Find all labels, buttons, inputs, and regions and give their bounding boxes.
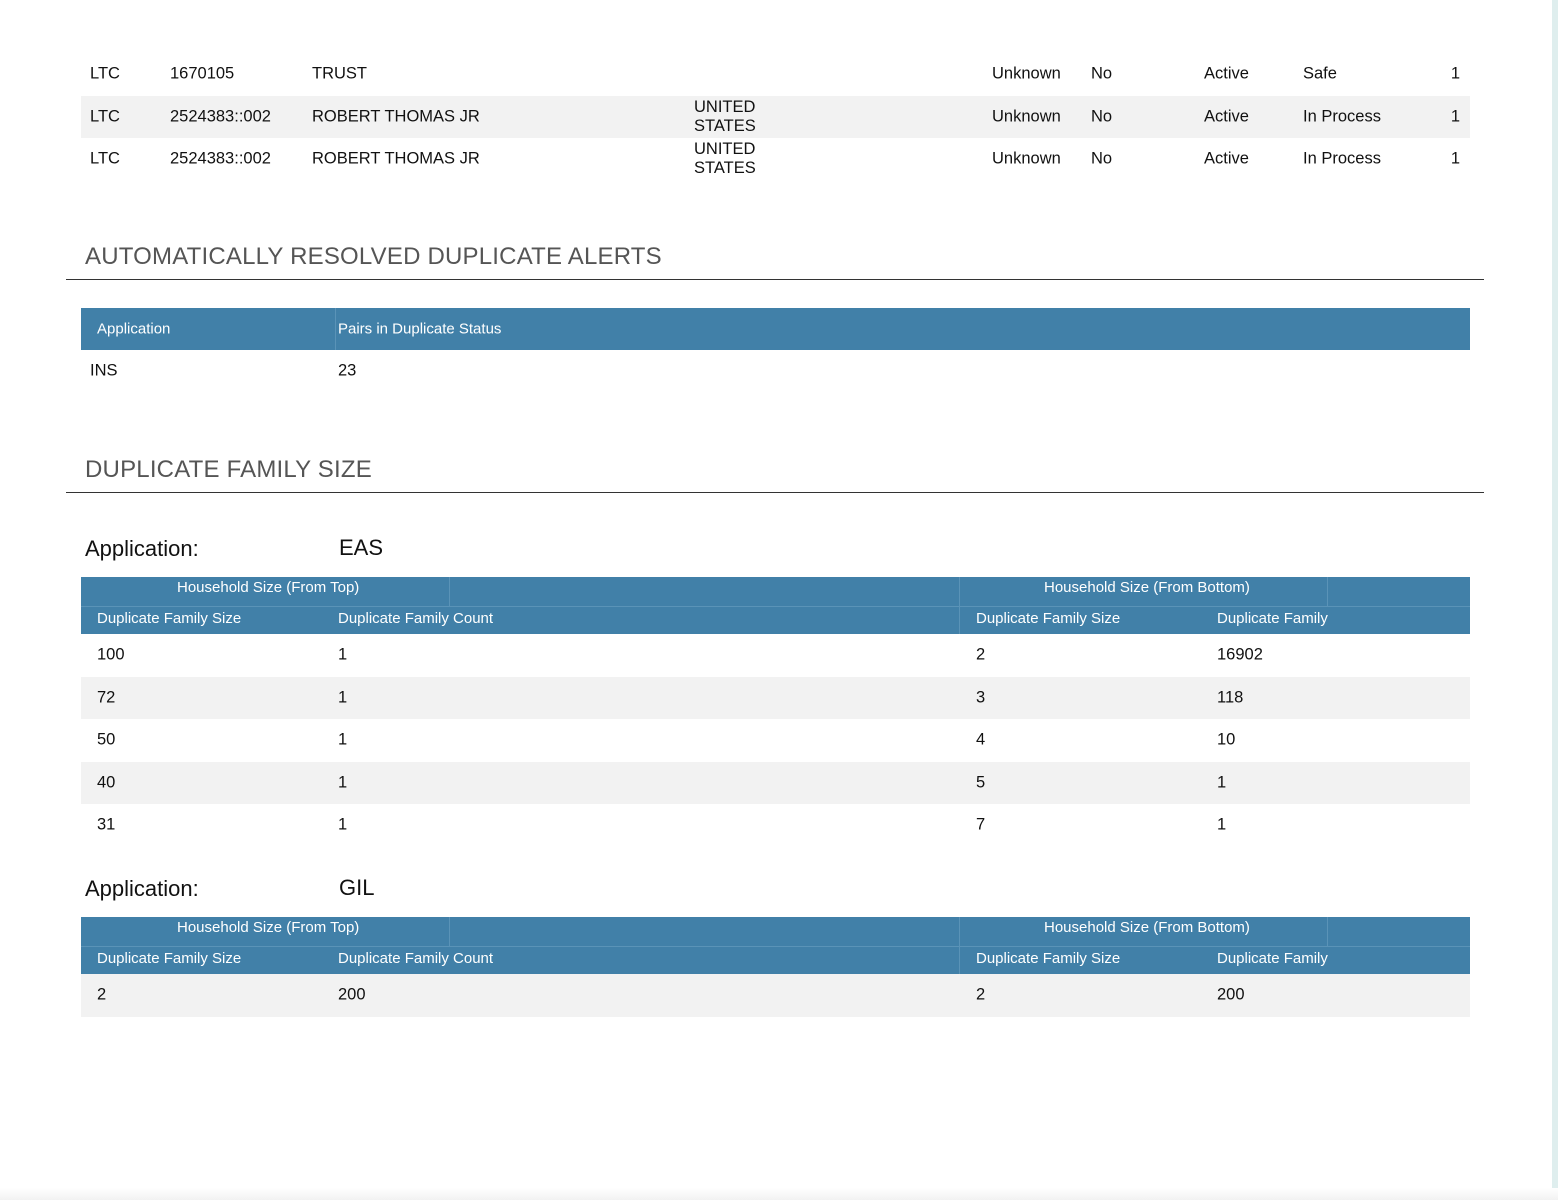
column-header-size-bottom: Duplicate Family Size: [976, 610, 1121, 627]
column-header-count-bottom: Duplicate Family: [1217, 950, 1328, 967]
cell-application: LTC: [90, 64, 120, 83]
auto-resolved-table: Application Pairs in Duplicate Status IN…: [81, 308, 1470, 392]
column-divider: [335, 308, 336, 350]
table-row: 50 1 4 10: [81, 719, 1470, 762]
cell-top-count: 200: [338, 985, 366, 1004]
table-header: Household Size (From Top) Household Size…: [81, 577, 1470, 634]
alert-table: LTC 1670105 TRUST Unknown No Active Safe…: [81, 53, 1470, 181]
application-label: Application:: [85, 876, 199, 901]
column-header-size-bottom: Duplicate Family Size: [976, 950, 1121, 967]
cell-flag: No: [1091, 149, 1113, 168]
cell-pairs: 23: [338, 361, 357, 380]
table-row: LTC 1670105 TRUST Unknown No Active Safe…: [81, 53, 1470, 96]
column-header-application: Application: [97, 320, 171, 338]
cell-count: 1: [1450, 149, 1460, 168]
cell-id: 1670105: [170, 64, 235, 83]
cell-name: TRUST: [312, 64, 367, 83]
cell-application: INS: [90, 361, 118, 380]
cell-top-count: 1: [338, 688, 348, 707]
cell-bottom-count: 10: [1217, 730, 1236, 749]
cell-top-size: 31: [97, 815, 116, 834]
cell-status: In Process: [1303, 149, 1381, 168]
cell-application: LTC: [90, 107, 120, 126]
column-header-size-top: Duplicate Family Size: [97, 950, 242, 967]
cell-bottom-size: 2: [976, 985, 986, 1004]
cell-flag: No: [1091, 64, 1113, 83]
application-value: EAS: [339, 535, 384, 560]
cell-state: Active: [1204, 149, 1249, 168]
group-header-from-top: Household Size (From Top): [177, 579, 360, 596]
section-title-family-size: DUPLICATE FAMILY SIZE: [85, 456, 372, 483]
cell-top-size: 100: [97, 645, 125, 664]
cell-name: ROBERT THOMAS JR: [312, 149, 480, 168]
cell-top-size: 50: [97, 730, 116, 749]
application-value: GIL: [339, 875, 375, 900]
cell-top-size: 2: [97, 985, 107, 1004]
column-header-count-top: Duplicate Family Count: [338, 950, 494, 967]
table-row: 31 1 7 1: [81, 804, 1470, 847]
family-size-table-gil: Household Size (From Top) Household Size…: [81, 917, 1470, 1017]
group-header-from-top: Household Size (From Top): [177, 919, 360, 936]
cell-bottom-count: 1: [1217, 815, 1227, 834]
cell-flag: No: [1091, 107, 1113, 126]
cell-top-count: 1: [338, 730, 348, 749]
cell-bottom-size: 4: [976, 730, 986, 749]
cell-count: 1: [1450, 107, 1460, 126]
table-row: 72 1 3 118: [81, 676, 1470, 719]
column-header-pairs: Pairs in Duplicate Status: [338, 320, 502, 338]
cell-id: 2524383::002: [170, 149, 271, 168]
section-divider: [66, 492, 1484, 493]
table-header: Application Pairs in Duplicate Status: [81, 308, 1470, 350]
cell-status: In Process: [1303, 107, 1381, 126]
cell-top-count: 1: [338, 815, 348, 834]
column-header-count-top: Duplicate Family Count: [338, 610, 494, 627]
cell-country: UNITED STATES: [694, 140, 756, 178]
table-header: Household Size (From Top) Household Size…: [81, 917, 1470, 974]
cell-bottom-size: 3: [976, 688, 986, 707]
table-row: 40 1 5 1: [81, 761, 1470, 804]
column-header-size-top: Duplicate Family Size: [97, 610, 242, 627]
cell-bottom-count: 16902: [1217, 645, 1263, 664]
cell-bottom-count: 200: [1217, 985, 1245, 1004]
section-title-auto-resolved: AUTOMATICALLY RESOLVED DUPLICATE ALERTS: [85, 243, 662, 270]
cell-state: Active: [1204, 64, 1249, 83]
table-row: LTC 2524383::002 ROBERT THOMAS JR UNITED…: [81, 95, 1470, 138]
cell-id: 2524383::002: [170, 107, 271, 126]
application-label: Application:: [85, 536, 199, 561]
group-header-from-bottom: Household Size (From Bottom): [1044, 919, 1250, 936]
cell-count: 1: [1450, 64, 1460, 83]
cell-risk: Unknown: [992, 149, 1061, 168]
section-divider: [66, 279, 1484, 280]
family-size-table-eas: Household Size (From Top) Household Size…: [81, 577, 1470, 847]
cell-top-size: 40: [97, 773, 116, 792]
scrollbar-track[interactable]: [1552, 0, 1558, 1200]
cell-bottom-size: 5: [976, 773, 986, 792]
cell-bottom-count: 118: [1217, 688, 1244, 707]
cell-top-size: 72: [97, 688, 116, 707]
cell-top-count: 1: [338, 645, 348, 664]
table-row: 100 1 2 16902: [81, 634, 1470, 677]
cell-risk: Unknown: [992, 107, 1061, 126]
column-header-count-bottom: Duplicate Family: [1217, 610, 1328, 627]
group-header-from-bottom: Household Size (From Bottom): [1044, 579, 1250, 596]
cell-top-count: 1: [338, 773, 348, 792]
cell-country: UNITED STATES: [694, 97, 756, 135]
cell-application: LTC: [90, 149, 120, 168]
cell-bottom-size: 2: [976, 645, 986, 664]
table-row: LTC 2524383::002 ROBERT THOMAS JR UNITED…: [81, 138, 1470, 181]
table-row: INS 23: [81, 350, 1470, 392]
bottom-strip: [0, 1188, 1558, 1200]
cell-state: Active: [1204, 107, 1249, 126]
cell-name: ROBERT THOMAS JR: [312, 107, 480, 126]
cell-bottom-size: 7: [976, 815, 986, 834]
cell-risk: Unknown: [992, 64, 1061, 83]
table-row: 2 200 2 200: [81, 974, 1470, 1017]
cell-bottom-count: 1: [1217, 773, 1227, 792]
cell-status: Safe: [1303, 64, 1337, 83]
